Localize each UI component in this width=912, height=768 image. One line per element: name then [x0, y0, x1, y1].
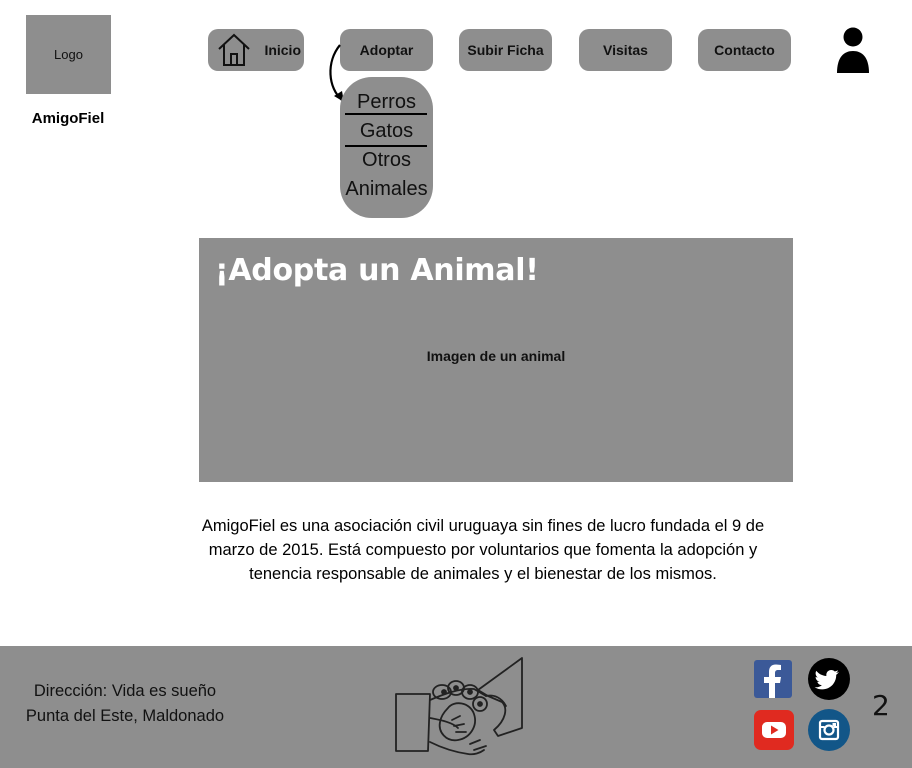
logo[interactable]: Logo — [26, 15, 111, 94]
home-icon — [218, 33, 250, 66]
address-line-1: Dirección: Vida es sueño — [33, 682, 217, 700]
adoptar-dropdown: Perros Gatos Otros Animales — [340, 77, 433, 218]
dropdown-divider — [345, 145, 427, 147]
address-line-2: Punta del Este, Maldonado — [25, 707, 225, 725]
dropdown-item-otros[interactable]: Otros — [340, 148, 433, 172]
nav-inicio-button[interactable]: Inicio — [208, 29, 304, 71]
user-icon[interactable] — [834, 27, 872, 73]
handshake-paw-icon — [395, 657, 523, 756]
youtube-icon[interactable] — [754, 710, 794, 750]
hero-title: ¡Adopta un Animal! — [215, 253, 539, 288]
nav-inicio-label: Inicio — [264, 42, 301, 58]
nav-subir-ficha-button[interactable]: Subir Ficha — [459, 29, 552, 71]
page-number: 2 — [872, 689, 890, 722]
nav-adoptar-label: Adoptar — [359, 42, 414, 58]
nav-subir-ficha-label: Subir Ficha — [467, 42, 544, 58]
instagram-icon[interactable] — [808, 709, 850, 751]
hero-banner: ¡Adopta un Animal! Imagen de un animal — [199, 238, 793, 482]
description-text: AmigoFiel es una asociación civil urugua… — [201, 517, 765, 583]
hero-image-placeholder: Imagen de un animal — [426, 348, 566, 364]
nav-visitas-label: Visitas — [603, 42, 648, 58]
nav-adoptar-button[interactable]: Adoptar — [340, 29, 433, 71]
dropdown-item-gatos[interactable]: Gatos — [340, 119, 433, 143]
twitter-icon[interactable] — [808, 658, 850, 700]
dropdown-divider — [345, 113, 427, 115]
nav-contacto-button[interactable]: Contacto — [698, 29, 791, 71]
nav-visitas-button[interactable]: Visitas — [579, 29, 672, 71]
footer-address: Dirección: Vida es sueño Punta del Este,… — [10, 679, 240, 729]
brand-name: AmigoFiel — [31, 110, 105, 127]
dropdown-item-animales[interactable]: Animales — [340, 177, 433, 201]
footer: Dirección: Vida es sueño Punta del Este,… — [0, 646, 912, 768]
nav-contacto-label: Contacto — [714, 42, 775, 58]
dropdown-item-perros[interactable]: Perros — [340, 90, 433, 114]
facebook-icon[interactable] — [754, 660, 792, 698]
logo-text: Logo — [54, 47, 83, 62]
